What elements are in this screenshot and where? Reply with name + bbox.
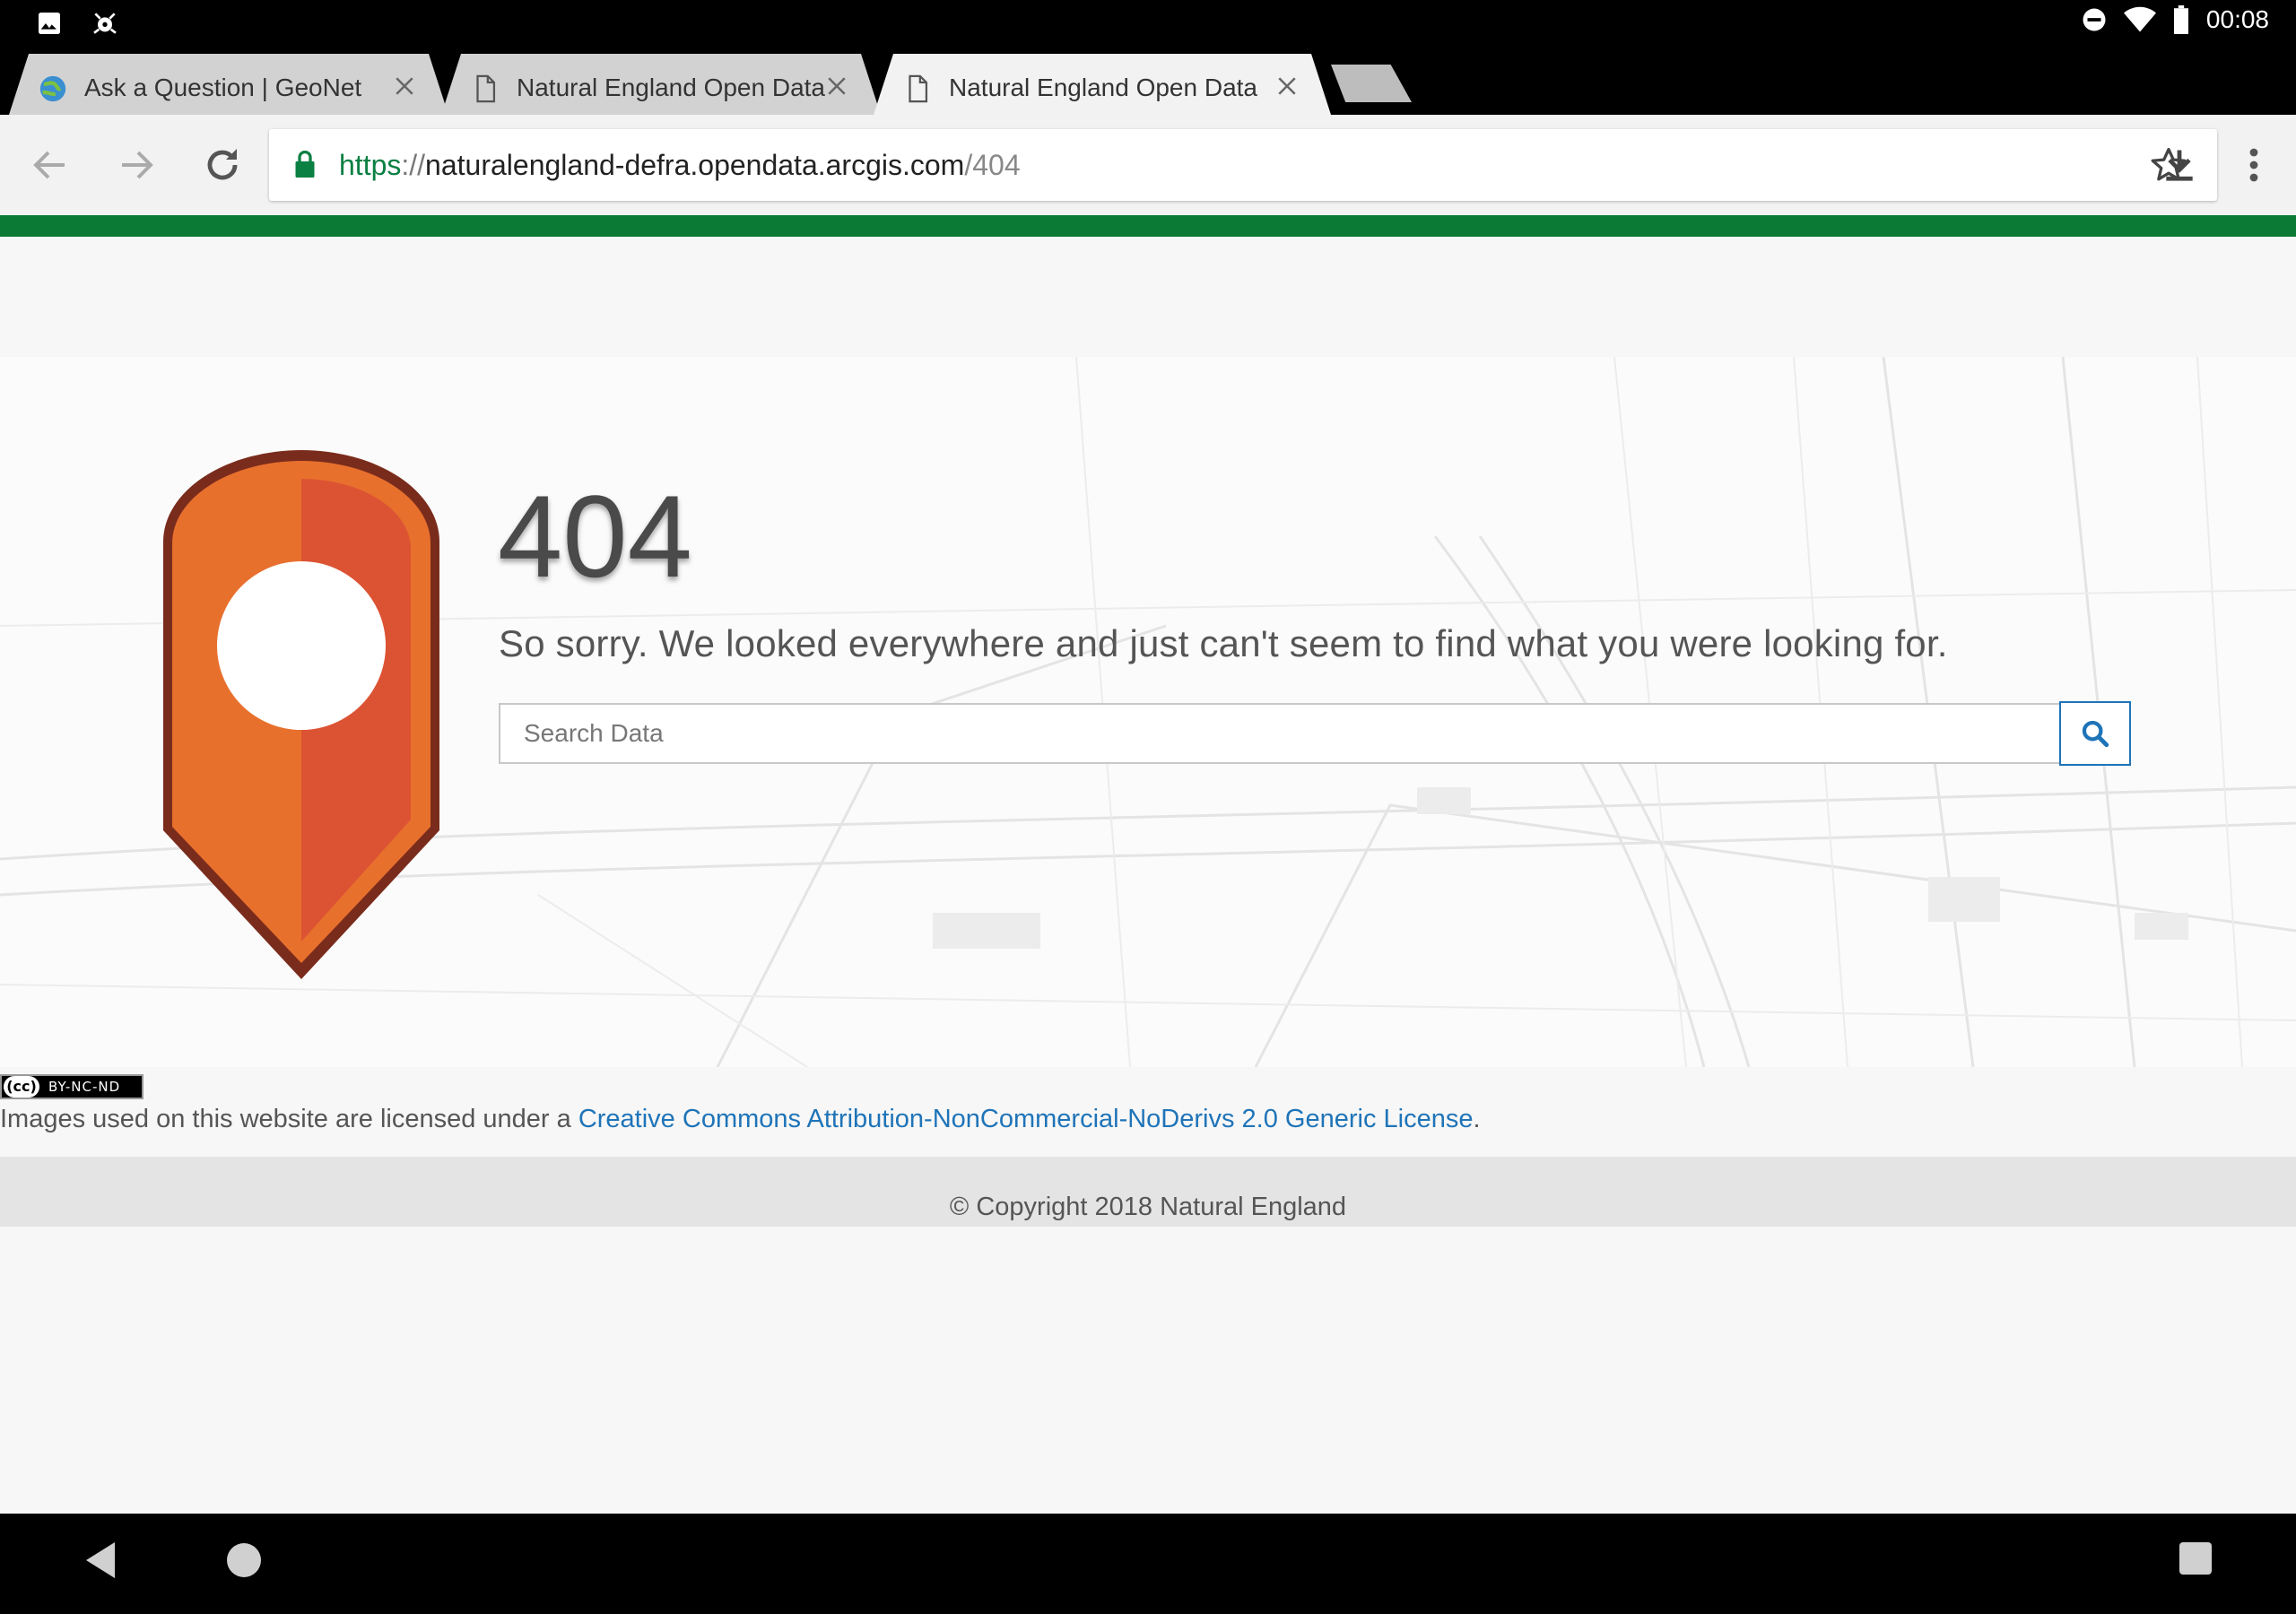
download-icon[interactable] [2160, 143, 2199, 187]
site-header [0, 237, 2296, 357]
browser-toolbar: https://naturalengland-defra.opendata.ar… [0, 115, 2296, 215]
url-host: naturalengland-defra.opendata.arcgis.com [425, 149, 965, 181]
tab-title: Ask a Question | GeoNet [84, 74, 362, 101]
overflow-menu-icon[interactable] [2240, 143, 2267, 187]
location-pin-icon [163, 450, 439, 979]
tab-natural-england-2[interactable]: Natural England Open Data [874, 54, 1331, 115]
url-path: /404 [964, 149, 1021, 181]
back-arrow-icon[interactable] [29, 143, 72, 187]
android-status-bar: 00:08 [0, 0, 2296, 47]
clock: 00:08 [2205, 5, 2269, 33]
page-icon [902, 74, 933, 104]
tab-strip: Ask a Question | GeoNet Natural England … [0, 47, 2296, 115]
cc-license-badge[interactable]: (cc) BY-NC-ND [0, 1074, 144, 1099]
url-scheme: https [339, 149, 402, 181]
image-icon [39, 13, 60, 34]
cc-badge-text: BY-NC-ND [48, 1079, 121, 1095]
site-header-accent-bar [0, 215, 2296, 237]
tab-title: Natural England Open Data [517, 74, 825, 101]
tab-geonet[interactable]: Ask a Question | GeoNet [9, 54, 448, 115]
do-not-disturb-icon [2083, 8, 2106, 31]
search-button[interactable] [2059, 701, 2131, 766]
bug-icon [93, 13, 117, 34]
geonet-globe-icon [38, 74, 68, 104]
back-triangle-icon[interactable] [83, 1540, 118, 1580]
close-icon[interactable] [823, 73, 850, 100]
forward-arrow-icon[interactable] [115, 143, 158, 187]
search-data-input[interactable] [499, 703, 2061, 764]
tab-natural-england-1[interactable]: Natural England Open Data [441, 54, 881, 115]
battery-icon [2173, 5, 2188, 34]
close-icon[interactable] [1274, 73, 1300, 100]
page-icon [470, 74, 500, 104]
license-suffix: . [1473, 1105, 1481, 1133]
home-circle-icon[interactable] [224, 1540, 264, 1580]
wifi-icon [2123, 6, 2156, 32]
tab-title: Natural England Open Data [949, 74, 1257, 101]
error-message: So sorry. We looked everywhere and just … [499, 622, 1948, 664]
url-text[interactable]: https://naturalengland-defra.opendata.ar… [339, 149, 1021, 182]
reload-icon[interactable] [201, 143, 244, 187]
recents-square-icon[interactable] [2178, 1540, 2213, 1576]
site-footer: © Copyright 2018 Natural England [0, 1157, 2296, 1227]
android-navigation-bar [0, 1514, 2296, 1614]
error-hero: 404 So sorry. We looked everywhere and j… [0, 357, 2296, 1067]
license-prefix: Images used on this website are licensed… [0, 1105, 578, 1133]
license-text: Images used on this website are licensed… [0, 1105, 1481, 1134]
search-icon [2082, 720, 2109, 748]
url-separator: :// [401, 149, 426, 181]
license-link[interactable]: Creative Commons Attribution-NonCommerci… [578, 1105, 1474, 1133]
error-code: 404 [498, 471, 692, 602]
copyright-text: © Copyright 2018 Natural England [949, 1193, 1347, 1221]
address-bar[interactable]: https://naturalengland-defra.opendata.ar… [269, 129, 2217, 201]
cc-logo: (cc) [4, 1076, 39, 1098]
close-icon[interactable] [391, 73, 418, 100]
lock-icon [295, 151, 315, 178]
